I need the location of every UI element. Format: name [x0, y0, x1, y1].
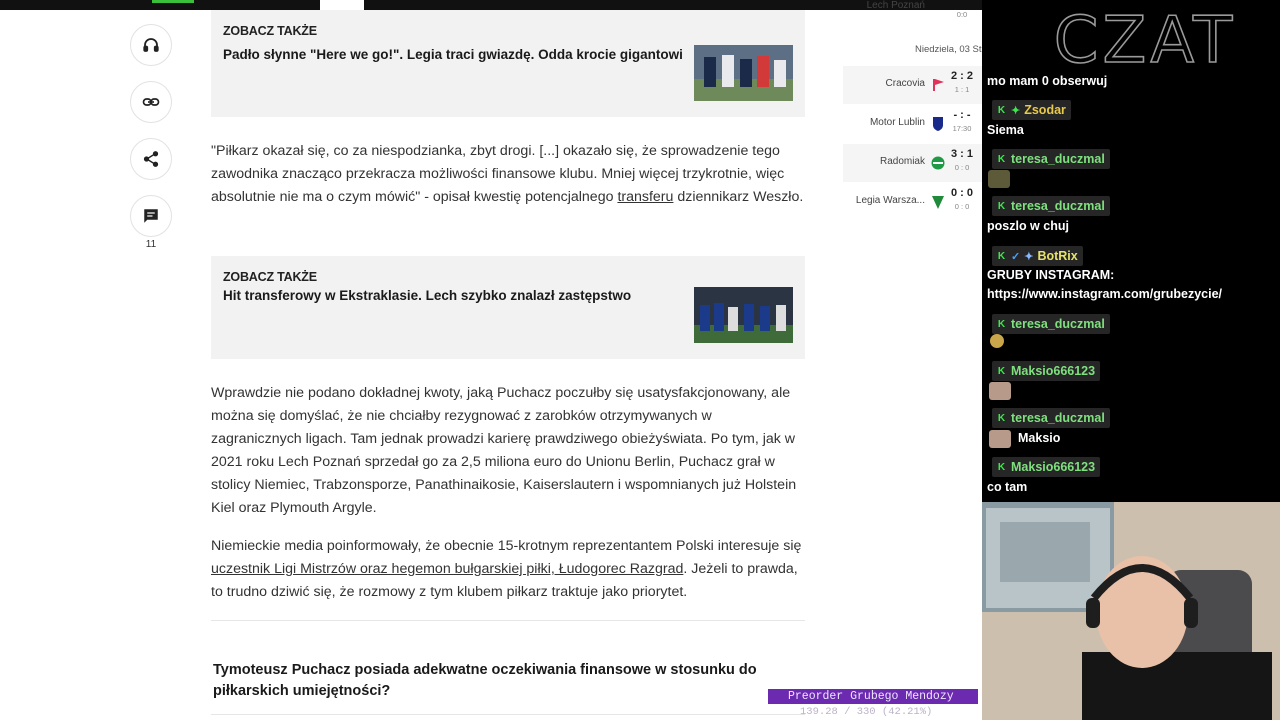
chat-message-text: mo mam 0 obserwuj [987, 74, 1108, 88]
see-also-title[interactable]: Padło słynne "Here we go!". Legia traci … [223, 47, 683, 62]
article-paragraph: Wprawdzie nie podano dokładnej kwoty, ja… [211, 385, 797, 516]
scores-sidebar: Lech Poznań 0:0 Niedziela, 03 St Cracovi… [843, 0, 982, 720]
chat-message-text: co tam [987, 480, 1028, 494]
chat-username[interactable]: K Maksio666123 [992, 361, 1101, 381]
chat-username[interactable]: K ✓ ✦ BotRix [992, 246, 1083, 266]
face-emote [989, 382, 1011, 400]
kick-badge-icon: K [997, 318, 1006, 330]
kick-badge-icon: K [997, 412, 1006, 424]
faq-divider [211, 714, 805, 715]
chat-username[interactable]: K ✦ Zsodar [992, 100, 1071, 120]
kick-badge-icon: K [997, 104, 1006, 116]
comment-icon [144, 209, 158, 223]
svg-text:CZAT: CZAT [1054, 6, 1236, 72]
match-score: - : - [953, 109, 971, 121]
match-score: 3 : 1 [951, 148, 974, 160]
subscriber-badge-icon: ✦ [1011, 104, 1021, 117]
halftime-score: 0 : 0 [954, 163, 970, 172]
team-name: Lech Poznań [866, 0, 925, 11]
see-also-thumbnail[interactable] [694, 287, 793, 343]
team-crest-icon [933, 79, 944, 91]
top-bar-gap [320, 0, 364, 10]
chat-title-logo: CZAT [1053, 6, 1236, 72]
rock-emote [988, 170, 1010, 188]
match-row[interactable]: Motor Lublin - : - 17:30 [843, 105, 982, 143]
team-name: Legia Warsza... [855, 195, 925, 206]
kick-badge-icon: K [997, 153, 1006, 165]
match-score: 0 : 0 [951, 187, 974, 199]
preorder-label: Preorder Grubego Mendozy [788, 690, 954, 703]
chat-username[interactable]: K teresa_duczmal [992, 196, 1110, 216]
headphones-icon [143, 38, 159, 52]
halftime-score: 0:0 [956, 10, 968, 19]
article-paragraph: "Piłkarz okazał się, co za niespodzianka… [211, 143, 804, 205]
chat-username[interactable]: K teresa_duczmal [992, 149, 1110, 169]
chat-username[interactable]: K teresa_duczmal [992, 314, 1110, 334]
chat-username[interactable]: K teresa_duczmal [992, 408, 1110, 428]
share-icon [143, 151, 159, 167]
transfer-link[interactable]: transferu [617, 189, 673, 205]
face-emote [989, 430, 1011, 448]
kick-badge-icon: K [997, 461, 1006, 473]
ludogorec-link[interactable]: uczestnik Ligi Mistrzów oraz hegemon buł… [211, 561, 683, 577]
chat-overlay: CZAT mo mam 0 obserwuj K ✦ Zsodar Siema … [982, 0, 1280, 502]
bot-badge-icon: ✦ [1024, 250, 1034, 263]
preorder-progress-text: 139.28 / 330 (42.21%) [800, 706, 933, 718]
team-name: Motor Lublin [869, 117, 925, 128]
comments-button[interactable] [130, 195, 172, 237]
see-also-title[interactable]: Hit transferowy w Ekstraklasie. Lech szy… [223, 288, 631, 303]
chat-message-text: Siema [987, 123, 1024, 137]
copy-link-button[interactable] [130, 81, 172, 123]
match-row[interactable]: Cracovia 2 : 2 1 : 1 [843, 66, 982, 104]
match-row[interactable]: Legia Warsza... 0 : 0 0 : 0 [843, 183, 982, 221]
chat-username[interactable]: K Maksio666123 [992, 457, 1101, 477]
top-bar [0, 0, 982, 10]
match-row[interactable]: Radomiak 3 : 1 0 : 0 [843, 144, 982, 182]
team-name: Radomiak [879, 156, 925, 167]
see-also-box[interactable]: ZOBACZ TAKŻE Padło słynne "Here we go!".… [211, 10, 805, 117]
share-button[interactable] [130, 138, 172, 180]
team-crest-icon [932, 196, 944, 209]
faq-question[interactable]: Tymoteusz Puchacz posiada adekwatne ocze… [213, 660, 803, 702]
chat-message-text: GRUBY INSTAGRAM: [987, 268, 1115, 282]
team-name: Cracovia [885, 78, 925, 89]
comments-count: 11 [145, 239, 157, 250]
article-action-rail: 11 [130, 24, 174, 250]
kick-badge-icon: K [997, 365, 1006, 377]
halftime-score: 0 : 0 [954, 202, 970, 211]
chat-message-text: Maksio [1018, 431, 1061, 445]
halftime-score: 1 : 1 [954, 85, 970, 94]
listen-button[interactable] [130, 24, 172, 66]
match-row[interactable]: Lech Poznań 0:0 [843, 0, 982, 26]
match-score: 2 : 2 [951, 70, 974, 82]
kick-badge-icon: K [997, 250, 1006, 262]
chat-message-link[interactable]: https://www.instagram.com/grubezycie/ [987, 287, 1222, 301]
team-crest-icon [933, 117, 943, 131]
article-paragraph: Niemieckie media poinformowały, że obecn… [211, 538, 802, 600]
match-date: Niedziela, 03 St [915, 44, 982, 55]
see-also-heading: ZOBACZ TAKŻE [223, 270, 317, 284]
link-icon [142, 98, 160, 106]
webcam-feed [982, 502, 1280, 720]
section-divider [211, 620, 805, 621]
coin-emote [990, 334, 1004, 348]
kick-badge-icon: K [997, 200, 1006, 212]
top-bar-accent [152, 0, 194, 3]
see-also-heading: ZOBACZ TAKŻE [223, 24, 317, 38]
verified-badge-icon: ✓ [1011, 250, 1021, 263]
see-also-box[interactable]: ZOBACZ TAKŻE Hit transferowy w Ekstrakla… [211, 256, 805, 359]
kickoff-time: 17:30 [952, 124, 972, 133]
team-crest-icon [931, 156, 945, 170]
see-also-thumbnail[interactable] [694, 45, 793, 101]
chat-message-text: poszlo w chuj [987, 219, 1069, 233]
